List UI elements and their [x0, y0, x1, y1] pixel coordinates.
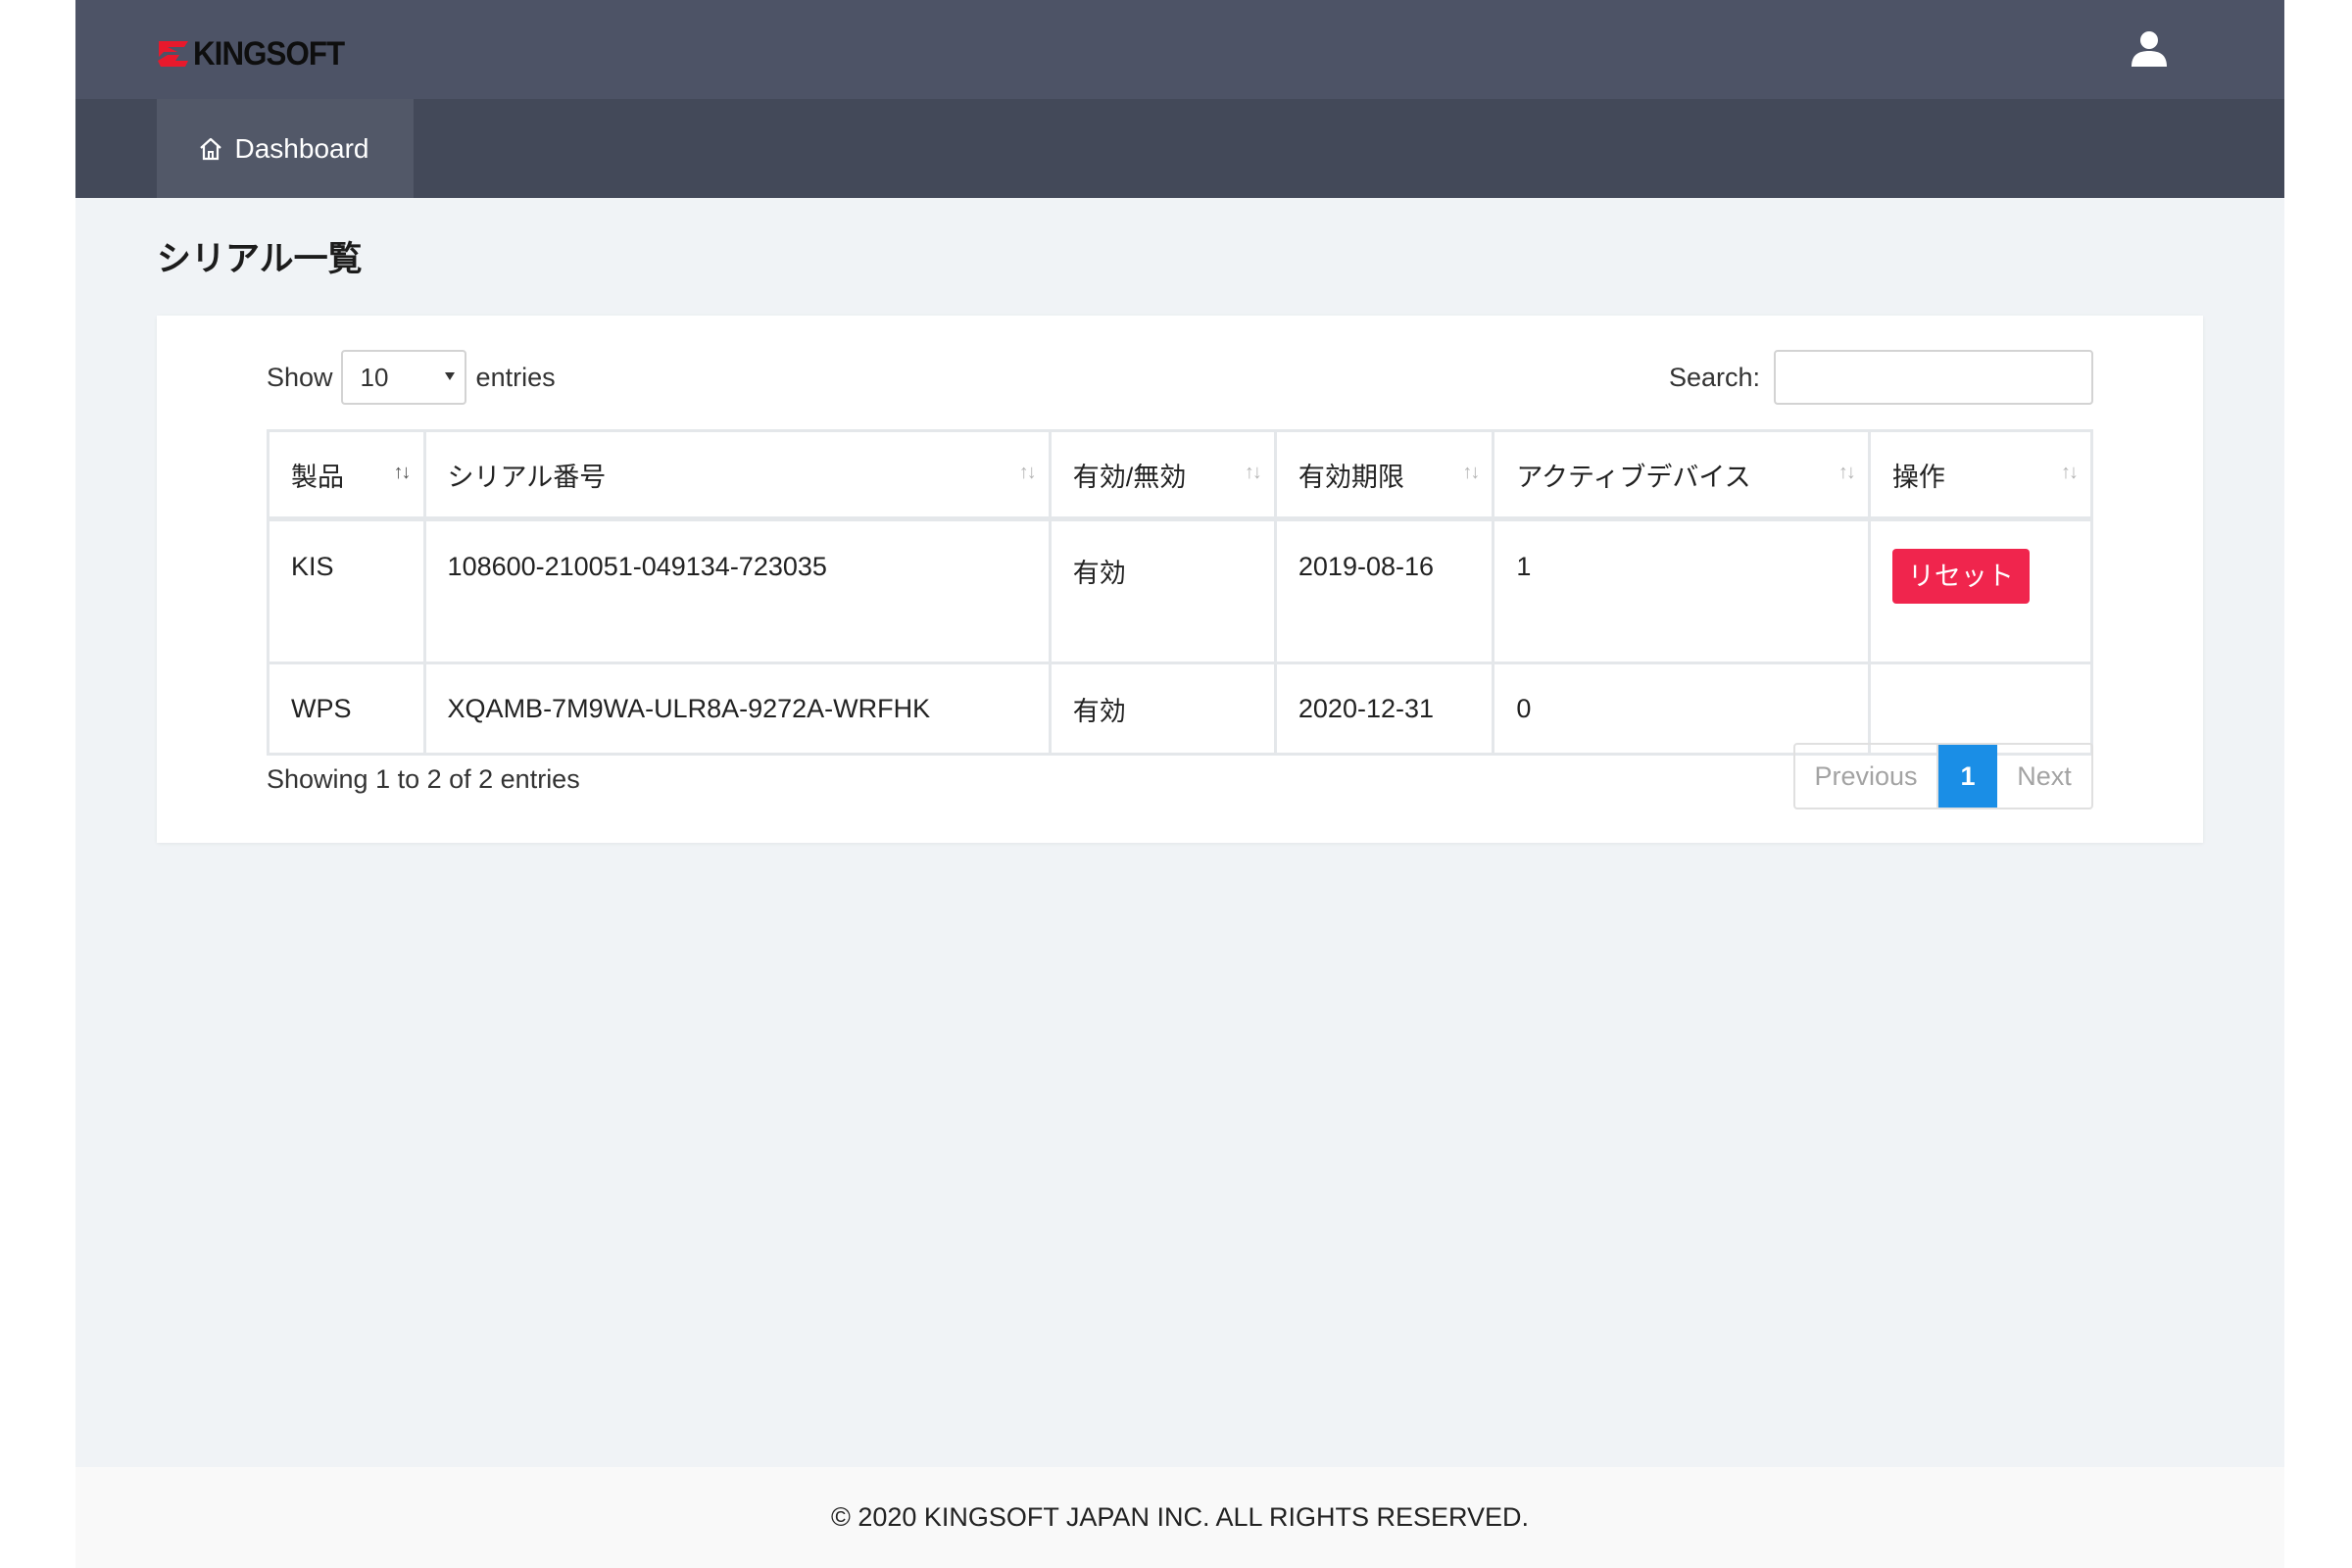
page-length-control: Show 10 entries [267, 349, 556, 406]
page-length-value: 10 [360, 362, 389, 392]
cell-action [1867, 662, 2094, 756]
entries-label: entries [475, 362, 556, 392]
sort-icon: ↑↓ [393, 462, 412, 483]
cell-active-devices: 0 [1492, 662, 1871, 756]
pagination: Previous 1 Next [1793, 743, 2093, 809]
cell-status: 有効 [1048, 662, 1277, 756]
cell-product: WPS [267, 662, 426, 756]
show-label: Show [267, 362, 333, 392]
search-input[interactable] [1774, 350, 2093, 405]
table-row: KIS 108600-210051-049134-723035 有効 2019-… [267, 517, 2094, 664]
sort-icon: ↑↓ [2061, 462, 2079, 483]
sort-icon: ↑↓ [1838, 462, 1856, 483]
cell-status: 有効 [1048, 517, 1277, 664]
user-icon[interactable] [2130, 29, 2169, 69]
app-window: KINGSOFT Dashboard シリアル一覧 Show 10 entrie… [75, 0, 2284, 1568]
cell-action: リセット [1867, 517, 2094, 664]
page-1-button[interactable]: 1 [1938, 745, 1997, 808]
sort-icon: ↑↓ [1018, 462, 1037, 483]
kingsoft-logo-icon [158, 41, 188, 67]
kingsoft-logo[interactable]: KINGSOFT [156, 35, 358, 73]
footer: © 2020 KINGSOFT JAPAN INC. ALL RIGHTS RE… [75, 1467, 2284, 1568]
table-info: Showing 1 to 2 of 2 entries [267, 764, 580, 794]
chevron-down-icon [444, 372, 455, 380]
previous-page-button[interactable]: Previous [1795, 745, 1938, 808]
cell-product: KIS [267, 517, 426, 664]
search-label: Search: [1668, 362, 1760, 392]
home-icon [199, 137, 221, 160]
serial-table: 製品 ↑↓ シリアル番号 ↑↓ 有効/無効 ↑↓ 有効期限 ↑↓ アクティブデバイス ↑↓… [267, 429, 2094, 756]
nav-bar: Dashboard [75, 99, 2284, 198]
top-header: KINGSOFT [75, 0, 2284, 99]
sort-icon: ↑↓ [1462, 462, 1480, 483]
column-header-action[interactable]: 操作 ↑↓ [1867, 429, 2094, 521]
column-header-expiry[interactable]: 有効期限 ↑↓ [1273, 429, 1495, 521]
column-header-status[interactable]: 有効/無効 ↑↓ [1048, 429, 1277, 521]
column-header-active-devices[interactable]: アクティブデバイス ↑↓ [1492, 429, 1871, 521]
next-page-button[interactable]: Next [1997, 745, 2091, 808]
cell-expiry: 2019-08-16 [1273, 517, 1495, 664]
serial-list-card: Show 10 entries Search: 製品 ↑↓ シリアル番号 ↑↓ … [157, 316, 2203, 843]
column-header-serial[interactable]: シリアル番号 ↑↓ [422, 429, 1052, 521]
search-control: Search: [1669, 349, 2093, 406]
column-header-product[interactable]: 製品 ↑↓ [267, 429, 426, 521]
table-header-row: 製品 ↑↓ シリアル番号 ↑↓ 有効/無効 ↑↓ 有効期限 ↑↓ アクティブデバイス ↑↓… [267, 429, 2094, 521]
logo-text: KINGSOFT [193, 34, 345, 73]
page-length-select[interactable]: 10 [340, 350, 466, 405]
reset-button[interactable]: リセット [1891, 549, 2030, 604]
cell-serial: XQAMB-7M9WA-ULR8A-9272A-WRFHK [422, 662, 1052, 756]
cell-serial: 108600-210051-049134-723035 [422, 517, 1052, 664]
nav-item-label: Dashboard [234, 132, 369, 164]
table-row: WPS XQAMB-7M9WA-ULR8A-9272A-WRFHK 有効 202… [267, 662, 2094, 756]
cell-active-devices: 1 [1492, 517, 1871, 664]
copyright-text: © 2020 KINGSOFT JAPAN INC. ALL RIGHTS RE… [830, 1502, 1530, 1532]
cell-expiry: 2020-12-31 [1273, 662, 1495, 756]
nav-item-dashboard[interactable]: Dashboard [157, 99, 414, 198]
page-title: シリアル一覧 [157, 240, 363, 278]
sort-icon: ↑↓ [1244, 462, 1262, 483]
